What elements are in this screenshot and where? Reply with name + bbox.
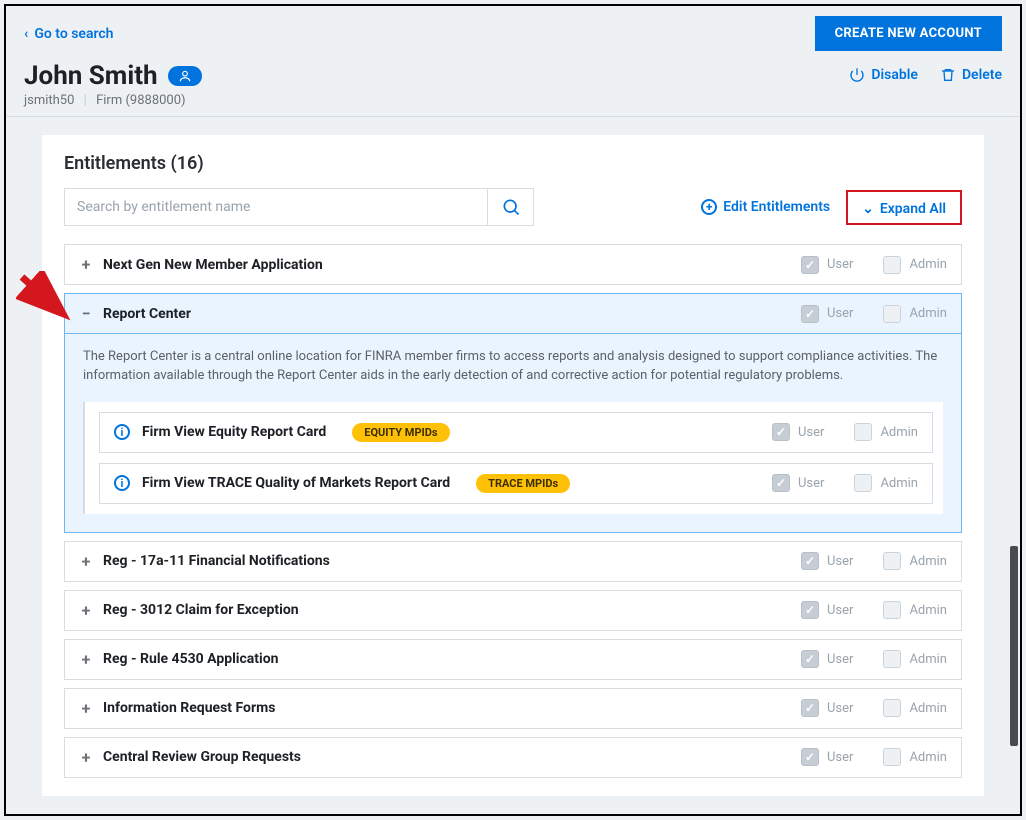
user-checkbox[interactable] [801, 650, 819, 668]
expand-icon[interactable]: + [79, 255, 93, 274]
entitlement-name: Report Center [103, 306, 191, 322]
search-button[interactable] [487, 189, 533, 225]
admin-checkbox[interactable] [854, 474, 872, 492]
role-admin-label: Admin [909, 701, 947, 716]
admin-checkbox[interactable] [854, 423, 872, 441]
chevron-left-icon: ‹ [24, 26, 28, 42]
admin-checkbox[interactable] [883, 305, 901, 323]
role-admin-label: Admin [909, 257, 947, 272]
entitlement-name: Central Review Group Requests [103, 749, 301, 765]
sub-entitlement-row[interactable]: i Firm View Equity Report Card EQUITY MP… [99, 412, 933, 453]
role-admin-label: Admin [880, 476, 918, 491]
entitlement-description: The Report Center is a central online lo… [83, 348, 943, 386]
search-input[interactable] [65, 189, 487, 225]
trash-icon [940, 67, 956, 83]
role-admin-label: Admin [909, 750, 947, 765]
chevron-down-icon: ⌄ [862, 201, 874, 217]
admin-checkbox[interactable] [883, 601, 901, 619]
entitlement-name: Next Gen New Member Application [103, 257, 323, 273]
admin-checkbox[interactable] [883, 650, 901, 668]
entitlement-name: Reg - 3012 Claim for Exception [103, 602, 299, 618]
role-user-label: User [827, 603, 853, 618]
user-checkbox[interactable] [772, 423, 790, 441]
user-name: John Smith [24, 61, 158, 91]
expand-icon[interactable]: + [79, 552, 93, 571]
disable-button[interactable]: Disable [849, 67, 918, 83]
page-title: John Smith [24, 61, 202, 91]
search-wrap [64, 188, 534, 226]
username: jsmith50 [24, 93, 74, 108]
search-icon [501, 197, 521, 217]
role-user-label: User [827, 750, 853, 765]
entitlement-row[interactable]: + Reg - Rule 4530 Application User Admin [64, 639, 962, 680]
delete-label: Delete [962, 67, 1002, 83]
entitlement-name: Reg - 17a-11 Financial Notifications [103, 553, 330, 569]
role-admin-label: Admin [909, 603, 947, 618]
entitlements-panel: Entitlements (16) + Edit Entitlements ⌄ … [42, 135, 984, 796]
user-checkbox[interactable] [801, 552, 819, 570]
separator: | [84, 93, 87, 108]
edit-entitlements-button[interactable]: + Edit Entitlements [701, 199, 830, 215]
admin-checkbox[interactable] [883, 552, 901, 570]
user-badge [168, 66, 202, 86]
sub-entitlement-name: Firm View TRACE Quality of Markets Repor… [142, 475, 450, 491]
sub-entitlement-row[interactable]: i Firm View TRACE Quality of Markets Rep… [99, 463, 933, 504]
entitlement-name: Information Request Forms [103, 700, 275, 716]
panel-title: Entitlements (16) [64, 153, 962, 174]
user-checkbox[interactable] [801, 305, 819, 323]
power-icon [849, 67, 865, 83]
user-checkbox[interactable] [801, 601, 819, 619]
expand-icon[interactable]: + [79, 748, 93, 767]
role-user-label: User [827, 306, 853, 321]
user-checkbox[interactable] [801, 699, 819, 717]
plus-circle-icon: + [701, 199, 717, 215]
collapse-icon[interactable]: − [79, 304, 93, 323]
entitlement-name: Reg - Rule 4530 Application [103, 651, 279, 667]
user-checkbox[interactable] [801, 256, 819, 274]
expand-icon[interactable]: + [79, 601, 93, 620]
user-checkbox[interactable] [772, 474, 790, 492]
expand-all-button[interactable]: ⌄ Expand All [862, 201, 946, 217]
expand-all-highlight: ⌄ Expand All [846, 190, 962, 225]
admin-checkbox[interactable] [883, 748, 901, 766]
admin-checkbox[interactable] [883, 699, 901, 717]
entitlement-expanded-body: The Report Center is a central online lo… [64, 333, 962, 533]
scrollbar[interactable] [1010, 546, 1018, 746]
role-admin-label: Admin [909, 652, 947, 667]
disable-label: Disable [871, 67, 918, 83]
role-admin-label: Admin [880, 425, 918, 440]
back-link-label: Go to search [34, 26, 113, 42]
edit-entitlements-label: Edit Entitlements [723, 199, 830, 215]
entitlement-row[interactable]: + Reg - 3012 Claim for Exception User Ad… [64, 590, 962, 631]
role-admin-label: Admin [909, 554, 947, 569]
expand-icon[interactable]: + [79, 650, 93, 669]
role-user-label: User [798, 476, 824, 491]
mpids-badge: TRACE MPIDs [476, 474, 570, 493]
entitlement-row[interactable]: + Next Gen New Member Application User A… [64, 244, 962, 285]
delete-button[interactable]: Delete [940, 67, 1002, 83]
role-user-label: User [827, 554, 853, 569]
entitlement-row[interactable]: + Information Request Forms User Admin [64, 688, 962, 729]
info-icon[interactable]: i [114, 424, 130, 440]
mpids-badge: EQUITY MPIDs [352, 423, 449, 442]
sub-entitlement-name: Firm View Equity Report Card [142, 424, 326, 440]
role-user-label: User [827, 701, 853, 716]
person-icon [178, 69, 192, 83]
entitlement-row[interactable]: + Reg - 17a-11 Financial Notifications U… [64, 541, 962, 582]
create-new-account-button[interactable]: CREATE NEW ACCOUNT [815, 16, 1002, 51]
role-user-label: User [827, 257, 853, 272]
entitlement-row[interactable]: + Central Review Group Requests User Adm… [64, 737, 962, 778]
entitlement-row-expanded[interactable]: − Report Center User Admin [64, 293, 962, 333]
info-icon[interactable]: i [114, 475, 130, 491]
role-admin-label: Admin [909, 306, 947, 321]
role-user-label: User [827, 652, 853, 667]
user-checkbox[interactable] [801, 748, 819, 766]
expand-icon[interactable]: + [79, 699, 93, 718]
expand-all-label: Expand All [880, 201, 946, 217]
go-to-search-link[interactable]: ‹ Go to search [24, 26, 114, 42]
role-user-label: User [798, 425, 824, 440]
admin-checkbox[interactable] [883, 256, 901, 274]
firm-label: Firm (9888000) [96, 93, 186, 108]
